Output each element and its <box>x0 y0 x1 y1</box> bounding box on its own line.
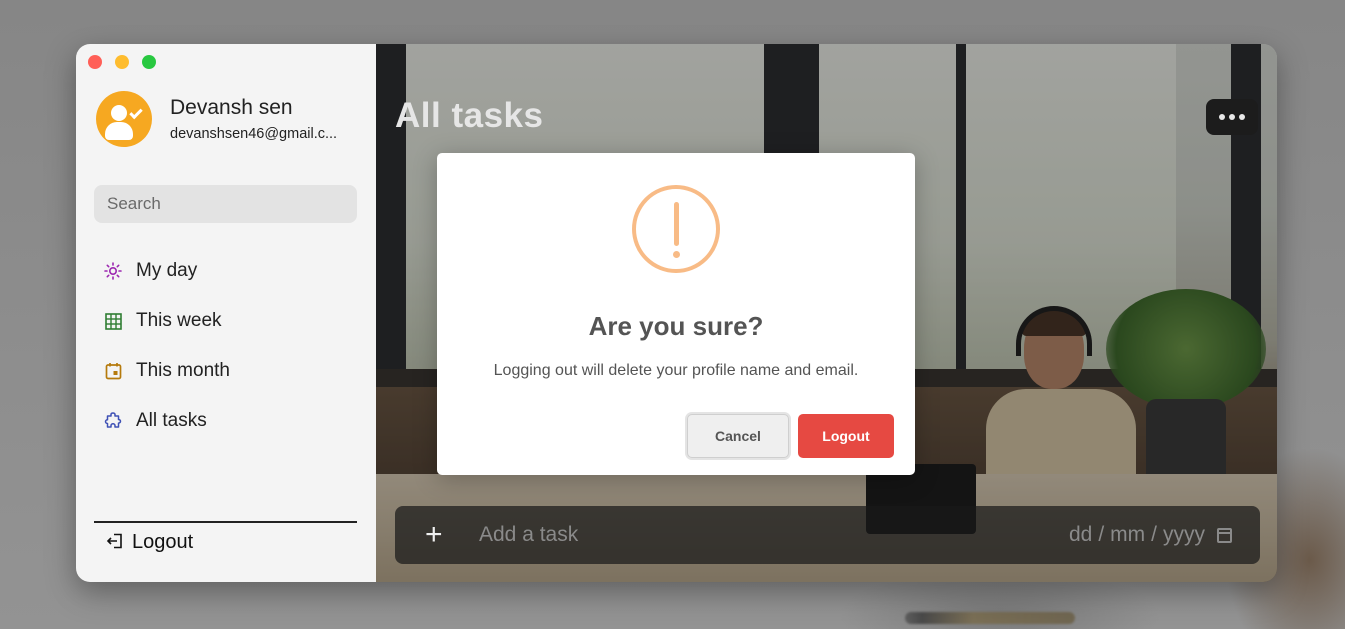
minimize-window-button[interactable] <box>115 55 129 69</box>
profile-name: Devansh sen <box>170 96 293 119</box>
search-input[interactable] <box>94 185 357 223</box>
more-dots-icon <box>1239 114 1245 120</box>
user-icon-head <box>111 105 127 121</box>
add-task-bar: + dd / mm / yyyy <box>395 506 1260 564</box>
date-day: dd <box>1068 523 1093 546</box>
sidebar-logout-label: Logout <box>132 531 194 553</box>
date-separator: / <box>1098 523 1105 546</box>
sidebar-item-this-week[interactable]: This week <box>104 296 230 346</box>
sidebar-logout-button[interactable]: Logout <box>106 531 193 554</box>
add-task-button[interactable]: + <box>425 518 465 552</box>
desk-pencil <box>905 612 1075 624</box>
more-dots-icon <box>1229 114 1235 120</box>
sidebar-item-all-tasks[interactable]: All tasks <box>104 396 230 446</box>
avatar <box>96 91 152 147</box>
sidebar-item-my-day[interactable]: My day <box>104 246 230 296</box>
due-date-input[interactable]: dd / mm / yyyy <box>1069 523 1232 547</box>
sun-icon <box>104 262 122 280</box>
profile: Devansh sen devanshsen46@gmail.c... <box>96 91 337 147</box>
more-dots-icon <box>1219 114 1225 120</box>
logout-icon <box>106 532 124 554</box>
check-icon <box>129 105 143 120</box>
sidebar-item-label: This month <box>136 360 230 381</box>
user-icon-body <box>105 122 133 140</box>
cancel-button[interactable]: Cancel <box>687 414 789 458</box>
logout-confirm-dialog: Are you sure? Logging out will delete yo… <box>437 153 915 475</box>
close-window-button[interactable] <box>88 55 102 69</box>
sidebar-item-label: My day <box>136 260 198 281</box>
warning-icon-dot <box>673 251 680 258</box>
profile-email: devanshsen46@gmail.c... <box>170 126 338 142</box>
puzzle-icon <box>104 412 122 430</box>
confirm-logout-button[interactable]: Logout <box>798 414 894 458</box>
profile-info: Devansh sen devanshsen46@gmail.c... <box>170 96 337 142</box>
sidebar-item-label: All tasks <box>136 410 207 431</box>
warning-icon-bar <box>674 202 679 246</box>
dialog-message: Logging out will delete your profile nam… <box>493 362 859 379</box>
warning-icon <box>632 185 720 273</box>
date-month: mm <box>1110 523 1146 546</box>
date-year: yyyy <box>1163 523 1205 546</box>
add-task-input[interactable] <box>479 523 1069 547</box>
window-controls <box>88 55 156 69</box>
dialog-title: Are you sure? <box>588 311 764 341</box>
grid-icon <box>104 312 122 330</box>
calendar-picker-icon[interactable] <box>1217 527 1232 543</box>
sidebar-item-label: This week <box>136 310 222 331</box>
more-options-button[interactable] <box>1206 99 1258 135</box>
sidebar-nav: My day This week This month All tasks <box>104 246 230 446</box>
sidebar-item-this-month[interactable]: This month <box>104 346 230 396</box>
maximize-window-button[interactable] <box>142 55 156 69</box>
date-separator: / <box>1151 523 1157 546</box>
sidebar-divider <box>94 521 357 523</box>
sidebar: Devansh sen devanshsen46@gmail.c... Sear… <box>76 44 376 582</box>
page-title: All tasks <box>395 96 544 135</box>
calendar-icon <box>104 362 122 380</box>
